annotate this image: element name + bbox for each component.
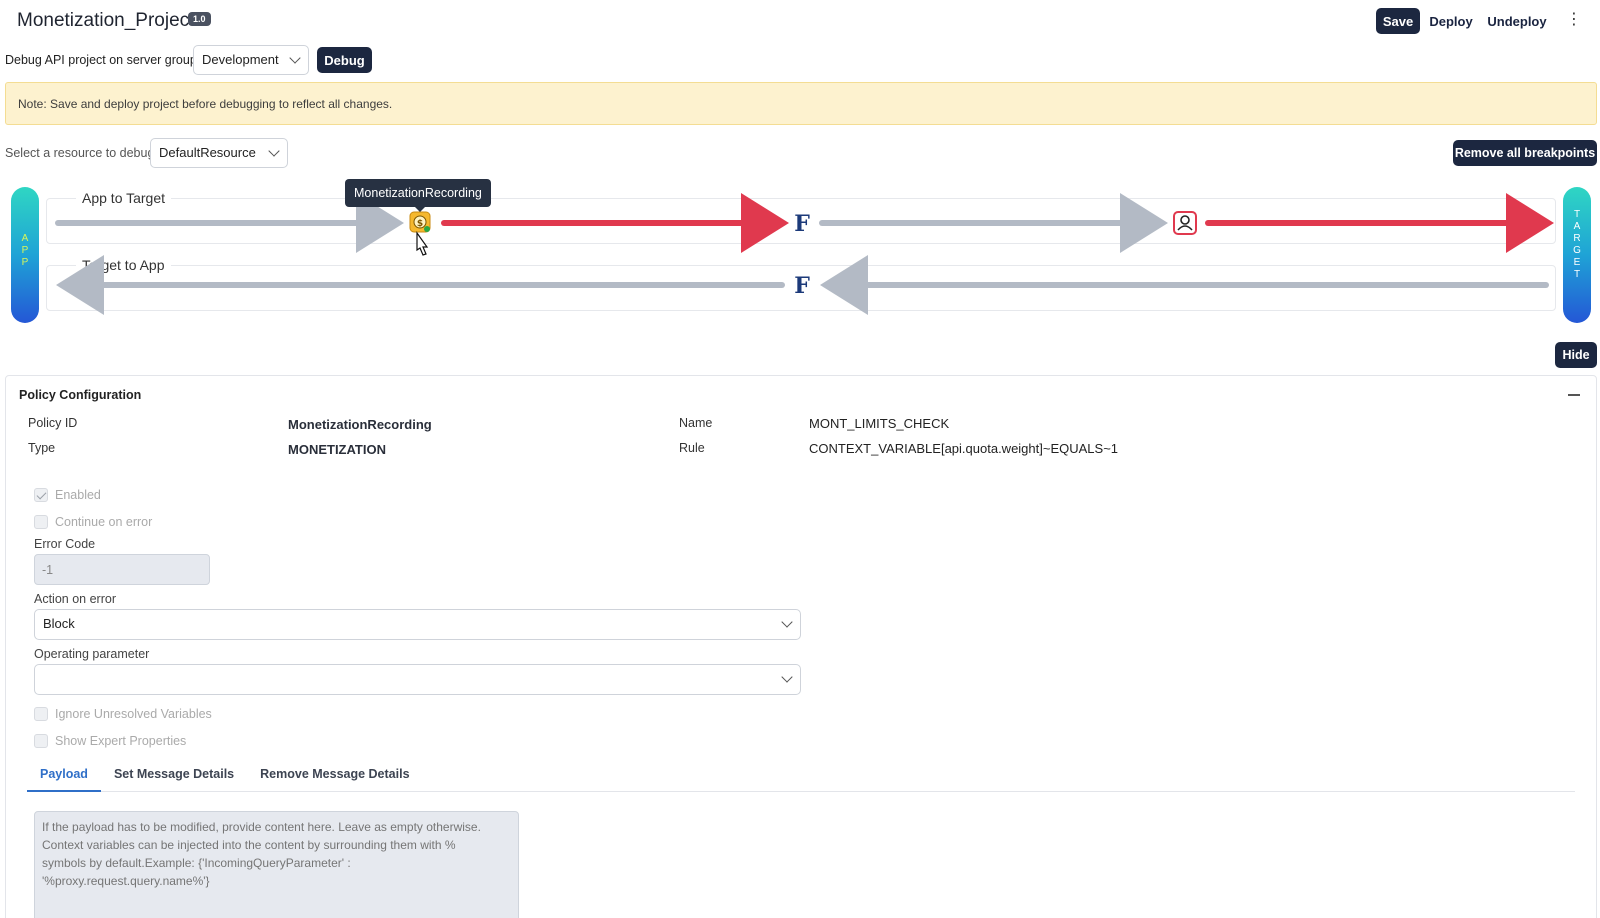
flow-policy-icon[interactable]: F [794,211,810,237]
flow-diagram: $ F F [55,193,1554,315]
error-code-input[interactable]: -1 [34,554,210,585]
user-policy-icon[interactable] [1173,211,1197,235]
show-expert-checkbox[interactable] [34,734,48,748]
continue-on-error-row[interactable]: Continue on error [34,515,152,529]
svg-text:$: $ [417,219,423,229]
type-value: MONETIZATION [288,442,386,457]
operating-parameter-label: Operating parameter [34,647,150,661]
collapse-icon[interactable] [1568,394,1580,396]
operating-parameter-select[interactable] [34,664,801,695]
deploy-button[interactable]: Deploy [1428,8,1474,34]
ignore-unresolved-label: Ignore Unresolved Variables [55,707,212,721]
policy-tooltip: MonetizationRecording [345,179,491,207]
more-options-icon[interactable]: ⋮ [1566,11,1582,29]
debug-server-group-label: Debug API project on server group [5,53,197,67]
monetization-policy-icon[interactable]: $ [409,211,431,233]
continue-on-error-checkbox[interactable] [34,515,48,529]
rule-value: CONTEXT_VARIABLE[api.quota.weight]~EQUAL… [809,441,1119,456]
ignore-unresolved-checkbox[interactable] [34,707,48,721]
resource-value: DefaultResource [159,145,256,160]
policy-id-value: MonetizationRecording [288,417,432,432]
show-expert-label: Show Expert Properties [55,734,187,748]
save-deploy-note: Note: Save and deploy project before deb… [5,82,1597,125]
policy-tabs: Payload Set Message Details Remove Messa… [27,762,1575,792]
action-on-error-select[interactable]: Block [34,609,801,640]
chevron-down-icon [289,52,301,64]
resource-select-label: Select a resource to debug [5,146,155,160]
error-code-label: Error Code [34,537,96,551]
resource-select[interactable]: DefaultResource [150,138,288,168]
continue-on-error-label: Continue on error [55,515,153,529]
undeploy-button[interactable]: Undeploy [1486,8,1548,34]
tooltip-arrow [415,207,425,212]
policy-id-key: Policy ID [28,416,78,430]
remove-all-breakpoints-button[interactable]: Remove all breakpoints [1453,140,1597,166]
enabled-label: Enabled [55,488,101,502]
ignore-unresolved-row[interactable]: Ignore Unresolved Variables [34,707,212,721]
show-expert-row[interactable]: Show Expert Properties [34,734,186,748]
name-key: Name [679,416,713,430]
server-group-value: Development [202,52,279,67]
hand-cursor-icon [416,231,429,256]
enabled-checkbox[interactable] [34,488,48,502]
flow-policy-icon[interactable]: F [794,273,810,299]
type-key: Type [28,441,56,455]
tab-remove-message-details[interactable]: Remove Message Details [247,762,422,792]
action-on-error-label: Action on error [34,592,116,606]
project-title: Monetization_Project [17,10,195,31]
version-badge: 1.0 [188,12,211,26]
enabled-checkbox-row[interactable]: Enabled [34,488,101,502]
hide-button[interactable]: Hide [1555,342,1597,368]
tab-set-message-details[interactable]: Set Message Details [101,762,247,792]
chevron-down-icon [781,671,793,683]
save-button[interactable]: Save [1376,8,1420,34]
policy-configuration-title: Policy Configuration [19,388,142,402]
name-value: MONT_LIMITS_CHECK [809,416,950,431]
chevron-down-icon [781,616,793,628]
server-group-select[interactable]: Development [193,45,309,75]
rule-key: Rule [679,441,705,455]
debug-button[interactable]: Debug [317,47,372,73]
tab-payload[interactable]: Payload [27,762,101,792]
action-on-error-value: Block [43,616,75,631]
payload-textarea[interactable] [34,811,519,918]
chevron-down-icon [268,145,280,157]
